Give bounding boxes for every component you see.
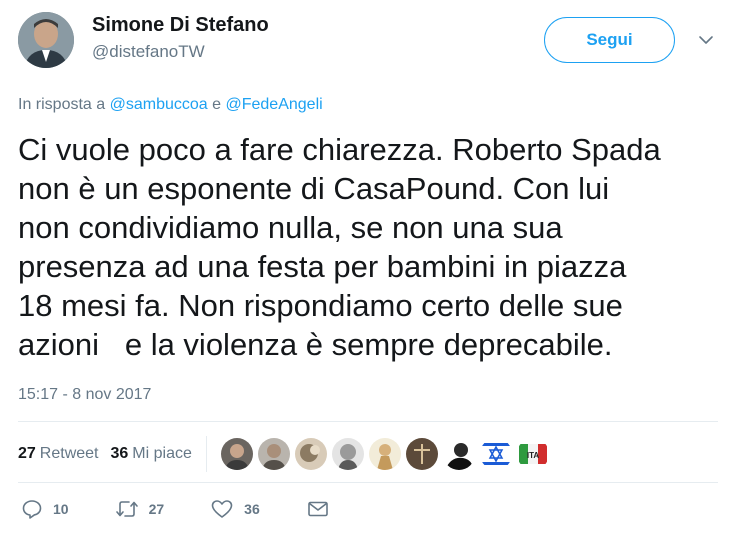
like-button[interactable]: 36 [210, 498, 260, 520]
svg-text:ITA: ITA [527, 451, 540, 460]
tweet-stats: 27 Retweet 36 Mi piace ITA [18, 434, 554, 474]
retweet-icon [115, 501, 138, 517]
like-count[interactable]: 36 [111, 445, 129, 463]
reply-icon [22, 500, 42, 519]
direct-message-button[interactable] [306, 499, 330, 519]
divider-top [18, 421, 718, 422]
user-display-name[interactable]: Simone Di Stefano [92, 13, 269, 37]
envelope-icon [307, 501, 328, 517]
liker-avatar[interactable] [331, 438, 364, 470]
follow-button[interactable]: Segui [544, 17, 675, 63]
liker-avatar[interactable] [294, 438, 327, 470]
liker-avatar[interactable]: ITA [516, 438, 549, 470]
liker-avatar[interactable] [479, 438, 512, 470]
tweet-header: Simone Di Stefano @distefanoTW Segui [18, 12, 718, 72]
reply-context: In risposta a @sambuccoa e @FedeAngeli [18, 96, 323, 114]
tweet-actions: 10 27 36 [18, 498, 330, 520]
liker-avatar[interactable] [442, 438, 475, 470]
heart-icon [211, 500, 233, 518]
reply-conjunction: e [212, 96, 222, 113]
user-info: Simone Di Stefano @distefanoTW [92, 13, 269, 63]
user-avatar[interactable] [18, 12, 74, 68]
tweet-text: Ci vuole poco a fare chiarezza. Roberto … [18, 132, 661, 362]
tweet-timestamp[interactable]: 15:17 - 8 nov 2017 [18, 386, 151, 404]
reply-mention-fedeangeli[interactable]: @FedeAngeli [225, 96, 322, 113]
like-label[interactable]: Mi piace [132, 445, 192, 463]
avatar-image [18, 12, 74, 68]
user-handle[interactable]: @distefanoTW [92, 41, 269, 63]
reply-button[interactable]: 10 [21, 498, 69, 520]
chevron-down-icon[interactable] [698, 32, 714, 48]
reply-count: 10 [53, 501, 69, 517]
retweet-count[interactable]: 27 [18, 445, 36, 463]
reply-mention-sambuccoa[interactable]: @sambuccoa [110, 96, 208, 113]
retweet-button[interactable]: 27 [115, 498, 165, 520]
stats-separator [205, 436, 207, 472]
liker-avatar[interactable] [220, 438, 253, 470]
divider-bottom [18, 482, 718, 483]
retweet-action-count: 27 [148, 501, 165, 517]
liker-avatar[interactable] [405, 438, 438, 470]
retweet-label[interactable]: Retweet [40, 445, 99, 463]
liker-avatar[interactable] [257, 438, 290, 470]
reply-prefix: In risposta a [18, 96, 106, 113]
liker-avatar[interactable] [368, 438, 401, 470]
like-action-count: 36 [244, 501, 260, 517]
liker-avatars: ITA [220, 438, 554, 470]
